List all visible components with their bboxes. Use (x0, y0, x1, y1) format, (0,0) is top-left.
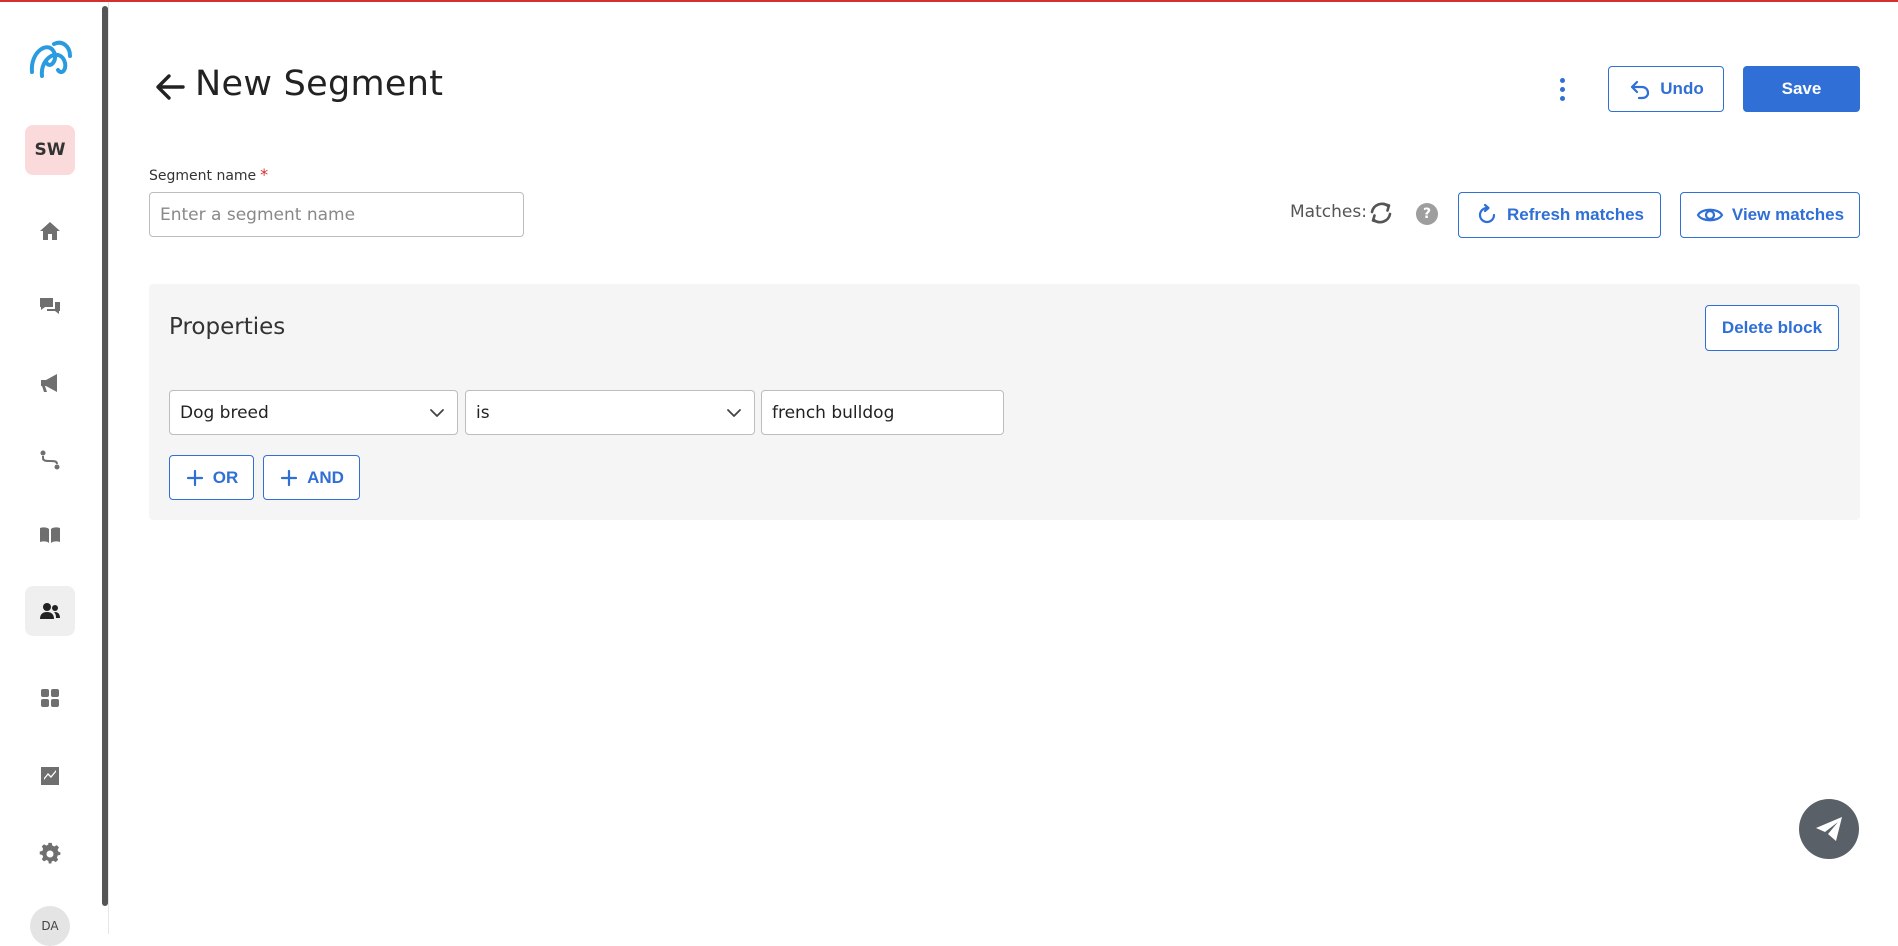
condition-value-input[interactable]: french bulldog (761, 390, 1004, 435)
add-and-button[interactable]: AND (263, 455, 360, 500)
chevron-down-icon (430, 408, 444, 417)
plus-icon (280, 469, 298, 486)
sidebar-item-knowledge[interactable] (25, 510, 75, 560)
undo-button[interactable]: Undo (1608, 66, 1724, 112)
refresh-matches-label: Refresh matches (1506, 205, 1644, 224)
home-icon (40, 222, 60, 240)
refresh-icon (1478, 203, 1496, 224)
segment-name-input[interactable] (149, 192, 524, 237)
chat-launcher-button[interactable] (1799, 799, 1859, 859)
add-or-button[interactable]: OR (169, 455, 254, 500)
condition-value-text: french bulldog (772, 402, 895, 423)
undo-icon (1631, 80, 1650, 100)
route-icon (40, 450, 60, 470)
plus-icon (186, 469, 203, 486)
gear-icon (39, 842, 61, 864)
page-title: New Segment (195, 64, 444, 104)
chevron-down-icon (727, 408, 741, 417)
book-icon (40, 527, 60, 543)
required-marker: * (260, 165, 269, 184)
operator-select-value: is (476, 402, 490, 423)
chart-icon (41, 767, 59, 785)
delete-block-button[interactable]: Delete block (1705, 305, 1839, 351)
property-select[interactable]: Dog breed (169, 390, 458, 435)
workspace-badge[interactable]: SW (25, 125, 75, 175)
eye-icon (1696, 208, 1724, 222)
sidebar-scrollbar[interactable] (102, 6, 108, 906)
save-button[interactable]: Save (1743, 66, 1860, 112)
save-label: Save (1781, 79, 1822, 98)
sidebar-item-settings[interactable] (25, 829, 75, 879)
properties-block: Properties Delete block Dog breed is fre… (149, 284, 1860, 520)
delete-block-label: Delete block (1721, 318, 1823, 337)
help-icon[interactable]: ? (1416, 203, 1438, 225)
view-matches-button[interactable]: View matches (1680, 192, 1860, 238)
segment-name-label: Segment name * (149, 165, 268, 184)
sidebar-item-home[interactable] (25, 206, 75, 256)
sidebar-item-campaigns[interactable] (25, 358, 75, 408)
matches-label: Matches: (1290, 202, 1367, 222)
top-accent-line (0, 0, 1898, 2)
more-options-icon[interactable] (1548, 73, 1576, 105)
apps-grid-icon (41, 689, 59, 707)
add-and-label: AND (307, 467, 344, 487)
view-matches-label: View matches (1731, 205, 1845, 224)
app-logo-icon[interactable] (24, 32, 76, 84)
people-icon (40, 603, 60, 619)
megaphone-icon (41, 374, 57, 392)
refresh-matches-button[interactable]: Refresh matches (1458, 192, 1661, 238)
sidebar-item-reports[interactable] (25, 751, 75, 801)
sidebar: SW DA (0, 2, 109, 946)
sidebar-item-apps[interactable] (25, 673, 75, 723)
user-avatar[interactable]: DA (30, 906, 70, 946)
sidebar-item-journeys[interactable] (25, 435, 75, 485)
sync-icon (1370, 202, 1392, 224)
operator-select[interactable]: is (465, 390, 755, 435)
add-or-label: OR (212, 467, 239, 487)
segment-name-label-text: Segment name (149, 168, 257, 184)
back-arrow-icon[interactable] (153, 70, 187, 104)
sidebar-item-people[interactable] (25, 586, 75, 636)
undo-label: Undo (1660, 79, 1704, 98)
paper-plane-icon (1816, 817, 1842, 841)
property-select-value: Dog breed (180, 402, 269, 423)
chat-bubbles-icon (40, 298, 60, 314)
properties-title: Properties (169, 314, 286, 340)
sidebar-item-conversations[interactable] (25, 281, 75, 331)
